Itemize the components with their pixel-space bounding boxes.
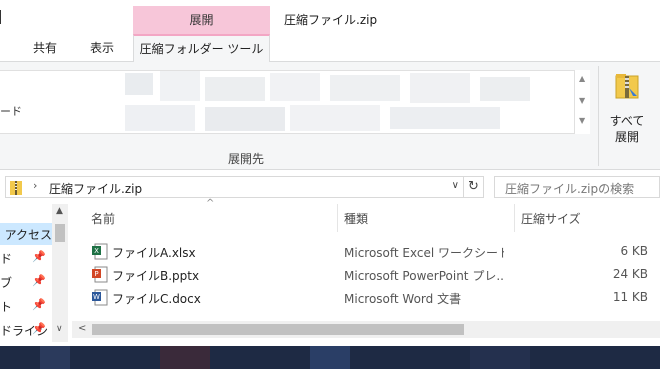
tab-view[interactable]: 表示 bbox=[90, 34, 114, 62]
taskbar-item[interactable] bbox=[310, 346, 350, 369]
taskbar-item[interactable] bbox=[160, 346, 210, 369]
blurred-item bbox=[160, 71, 200, 101]
ribbon-group-label: 展開先 bbox=[228, 152, 265, 166]
file-type: Microsoft Excel ワークシート bbox=[344, 246, 504, 260]
scroll-down-icon[interactable]: ∨ bbox=[56, 324, 63, 334]
gallery-scrollbar[interactable]: ▲ ▼ ▼ bbox=[574, 70, 590, 134]
refresh-icon[interactable]: ↻ bbox=[464, 176, 484, 198]
pin-icon: 📌 bbox=[32, 298, 46, 311]
column-header-name[interactable]: 名前 bbox=[91, 204, 115, 234]
chevron-down-icon[interactable]: ∨ bbox=[452, 180, 459, 191]
scrollbar-thumb[interactable] bbox=[55, 224, 65, 242]
tab-share[interactable]: 共有 bbox=[33, 34, 57, 62]
scroll-left-icon[interactable]: < bbox=[78, 323, 86, 334]
ribbon-tabs: 共有 表示 圧縮フォルダー ツール bbox=[0, 34, 660, 63]
scroll-up-icon[interactable]: ▲ bbox=[56, 206, 63, 216]
zip-folder-icon bbox=[10, 181, 22, 195]
blurred-item bbox=[270, 73, 320, 101]
file-name: ファイルA.xlsx bbox=[112, 246, 196, 260]
blurred-item bbox=[290, 105, 380, 131]
file-size: 24 KB bbox=[612, 267, 648, 281]
file-name: ファイルB.pptx bbox=[112, 269, 200, 283]
powerpoint-file-icon: P bbox=[92, 266, 108, 283]
title-bar-divider bbox=[0, 10, 2, 24]
breadcrumb-chevron-icon[interactable]: › bbox=[33, 179, 37, 192]
address-bar-row: › 圧縮ファイル.zip ∨ ↻ 圧縮ファイル.zipの検索 bbox=[0, 170, 660, 204]
tab-compressed-folder-tools[interactable]: 圧縮フォルダー ツール bbox=[133, 34, 270, 63]
blurred-item bbox=[390, 107, 500, 129]
address-bar[interactable]: › 圧縮ファイル.zip ∨ bbox=[5, 176, 464, 198]
scrollbar-thumb[interactable] bbox=[92, 324, 464, 335]
pin-icon: 📌 bbox=[32, 250, 46, 263]
breadcrumb-path[interactable]: 圧縮ファイル.zip bbox=[49, 180, 142, 197]
sort-ascending-icon: ^ bbox=[206, 198, 215, 209]
svg-text:W: W bbox=[93, 293, 100, 301]
pin-icon: 📌 bbox=[32, 322, 46, 335]
file-name: ファイルC.docx bbox=[112, 292, 201, 306]
column-divider[interactable] bbox=[514, 204, 515, 232]
nav-pane-scrollbar[interactable]: ▲ ∨ bbox=[52, 204, 68, 342]
extract-destination-gallery[interactable]: ード bbox=[0, 70, 590, 134]
extract-all-label-line1: すべて bbox=[609, 114, 645, 128]
extract-all-label-line2: 展開 bbox=[614, 130, 639, 144]
taskbar-item[interactable] bbox=[470, 346, 530, 369]
zip-folder-icon bbox=[615, 74, 639, 99]
blurred-item bbox=[125, 73, 153, 95]
window-title: 圧縮ファイル.zip bbox=[284, 13, 378, 27]
ribbon-divider bbox=[598, 66, 599, 166]
word-file-icon: W bbox=[92, 289, 108, 306]
gallery-expand-icon[interactable]: ▼ bbox=[579, 116, 585, 125]
nav-item-quick-access[interactable]: アクセス bbox=[0, 223, 52, 245]
blurred-item bbox=[330, 75, 400, 101]
blurred-item bbox=[125, 105, 195, 131]
search-box[interactable]: 圧縮ファイル.zipの検索 bbox=[494, 176, 660, 198]
excel-file-icon: X bbox=[92, 243, 108, 260]
blurred-item bbox=[205, 107, 285, 131]
svg-text:P: P bbox=[94, 270, 98, 278]
horizontal-scrollbar[interactable]: < bbox=[72, 321, 660, 338]
nav-item-2[interactable]: ブ 📌 bbox=[0, 271, 50, 293]
pin-icon: 📌 bbox=[32, 274, 46, 287]
column-header-type[interactable]: 種類 bbox=[344, 204, 368, 234]
nav-item-4[interactable]: ドライン 📌 bbox=[0, 319, 50, 341]
extract-all-button[interactable]: すべて 展開 bbox=[604, 68, 650, 146]
file-size: 11 KB bbox=[612, 290, 648, 304]
nav-item-1[interactable]: ド 📌 bbox=[0, 247, 50, 269]
gallery-scroll-up-icon[interactable]: ▲ bbox=[579, 74, 585, 83]
navigation-pane: アクセス ド 📌 ブ 📌 ト 📌 ドライン 📌 ▲ ∨ bbox=[0, 204, 70, 344]
blurred-item bbox=[480, 77, 530, 101]
search-placeholder: 圧縮ファイル.zipの検索 bbox=[505, 182, 635, 196]
file-row[interactable]: W ファイルC.docx Microsoft Word 文書 11 KB bbox=[72, 287, 660, 309]
title-bar: 展開 圧縮ファイル.zip bbox=[0, 0, 660, 34]
gallery-partial-label: ード bbox=[0, 105, 22, 118]
blurred-item bbox=[410, 73, 470, 103]
ribbon: ード ▲ ▼ ▼ 展開先 すべて 展開 bbox=[0, 62, 660, 170]
file-type: Microsoft PowerPoint プレ... bbox=[344, 269, 504, 283]
gallery-scroll-down-icon[interactable]: ▼ bbox=[579, 96, 585, 105]
file-row[interactable]: P ファイルB.pptx Microsoft PowerPoint プレ... … bbox=[72, 264, 660, 286]
nav-item-3[interactable]: ト 📌 bbox=[0, 295, 50, 317]
file-row[interactable]: X ファイルA.xlsx Microsoft Excel ワークシート 6 KB bbox=[72, 241, 660, 263]
file-size: 6 KB bbox=[620, 244, 648, 258]
column-header-size[interactable]: 圧縮サイズ bbox=[521, 204, 581, 234]
contextual-tab-header: 展開 bbox=[133, 6, 270, 34]
taskbar-item[interactable] bbox=[40, 346, 70, 369]
column-divider[interactable] bbox=[337, 204, 338, 232]
file-type: Microsoft Word 文書 bbox=[344, 292, 462, 306]
file-list: ^ 名前 種類 圧縮サイズ X ファイルA.xlsx Microsoft Exc… bbox=[72, 198, 660, 344]
svg-text:X: X bbox=[94, 247, 99, 255]
blurred-item bbox=[205, 77, 265, 101]
taskbar bbox=[0, 346, 660, 369]
